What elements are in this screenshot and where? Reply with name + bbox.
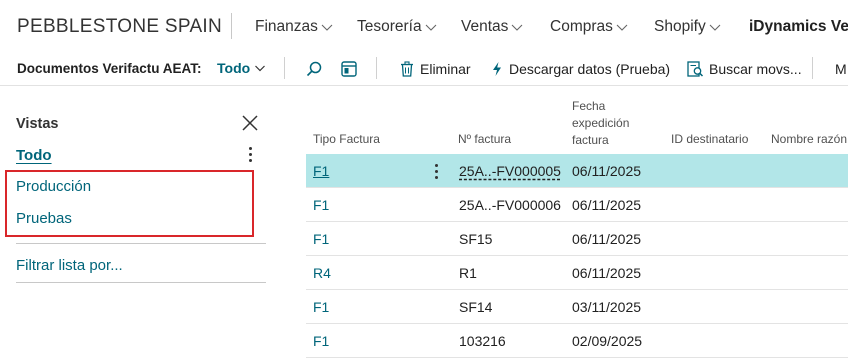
trash-icon [401, 61, 413, 77]
download-data-test-button[interactable]: Descargar datos (Prueba) [490, 58, 670, 80]
download-data-test-label: Descargar datos (Prueba) [509, 61, 671, 77]
cell-numero-factura[interactable]: 25A..-FV000005 [459, 163, 561, 179]
view-item-pruebas[interactable]: Pruebas [16, 210, 72, 227]
cell-fecha: 06/11/2025 [572, 231, 642, 247]
cell-numero-factura: SF15 [459, 231, 493, 247]
documents-grid: Tipo Factura Nº factura Fecha expedición… [306, 86, 848, 358]
nav-menu-label: Finanzas [255, 18, 318, 35]
nav-menu-tesoreria[interactable]: Tesorería [357, 18, 438, 36]
column-header-id-destinatario[interactable]: ID destinatario [671, 131, 748, 148]
nav-menu-label: Shopify [654, 18, 706, 35]
cell-tipo-factura[interactable]: F1 [313, 333, 329, 349]
column-header-line: Fecha [572, 99, 606, 113]
chevron-down-icon [255, 65, 266, 72]
toolbar-separator [376, 57, 377, 79]
view-options-icon[interactable] [242, 144, 258, 164]
cell-fecha: 06/11/2025 [572, 163, 642, 179]
chevron-down-icon [616, 24, 628, 31]
chevron-down-icon [321, 24, 333, 31]
cell-fecha: 06/11/2025 [572, 265, 642, 281]
column-header-line: expedición [572, 116, 630, 130]
close-views-button[interactable] [238, 111, 262, 135]
views-pane-title: Vistas [16, 116, 59, 132]
cell-fecha: 06/11/2025 [572, 197, 642, 213]
search-button[interactable] [303, 58, 325, 80]
cell-tipo-factura[interactable]: F1 [313, 197, 329, 213]
chevron-down-icon [512, 24, 523, 31]
table-row[interactable]: F1 103216 02/09/2025 [306, 324, 848, 358]
cell-fecha: 02/09/2025 [572, 333, 643, 349]
column-header-fecha-expedicion[interactable]: Fecha expedición factura [572, 98, 629, 149]
delete-button-label: Eliminar [420, 61, 471, 77]
nav-menu-ventas[interactable]: Ventas [461, 18, 524, 36]
view-item-produccion[interactable]: Producción [16, 178, 91, 195]
table-row[interactable]: R4 R1 06/11/2025 [306, 256, 848, 290]
nav-menu-compras[interactable]: Compras [550, 18, 629, 36]
find-entries-label: Buscar movs... [709, 61, 802, 77]
table-row[interactable]: F1 25A..-FV000006 06/11/2025 [306, 188, 848, 222]
filter-pane-button[interactable] [338, 58, 360, 80]
column-header-nombre-razon[interactable]: Nombre razón [771, 131, 847, 148]
table-row[interactable]: F1 SF15 06/11/2025 [306, 222, 848, 256]
company-name[interactable]: PEBBLESTONE SPAIN [17, 16, 222, 38]
close-icon [242, 115, 258, 131]
more-actions-label: M [835, 61, 847, 77]
chevron-down-icon [425, 24, 437, 31]
chevron-down-icon [709, 24, 721, 31]
cell-numero-factura: SF14 [459, 299, 493, 315]
find-entries-button[interactable]: Buscar movs... [687, 58, 802, 80]
nav-menu-finanzas[interactable]: Finanzas [255, 18, 334, 36]
nav-menu-label: Ventas [461, 18, 509, 35]
cell-numero-factura: 103216 [459, 333, 506, 349]
cell-fecha: 03/11/2025 [572, 299, 642, 315]
filter-pane-icon [341, 61, 357, 77]
nav-menu-shopify[interactable]: Shopify [654, 18, 722, 36]
find-entries-icon [687, 60, 704, 77]
filter-list-link[interactable]: Filtrar lista por... [16, 257, 123, 274]
lightning-icon [493, 62, 501, 76]
nav-separator [231, 13, 232, 39]
page-title: Documentos Verifactu AEAT: [17, 61, 202, 76]
column-header-tipo-factura[interactable]: Tipo Factura [313, 131, 380, 148]
table-row[interactable]: F1 25A..-FV000005 06/11/2025 [306, 154, 848, 188]
views-divider [16, 282, 266, 283]
nav-menu-idynamics[interactable]: iDynamics Veri [749, 18, 848, 36]
nav-menu-label: iDynamics Veri [749, 18, 848, 35]
action-bar: Documentos Verifactu AEAT: Todo Eliminar [0, 52, 848, 86]
cell-numero-factura: R1 [459, 265, 477, 281]
top-navigation-bar: PEBBLESTONE SPAIN Finanzas Tesorería Ven… [0, 0, 848, 52]
toolbar-separator [812, 57, 813, 79]
column-header-line: factura [572, 133, 609, 147]
search-icon [306, 61, 322, 77]
cell-tipo-factura[interactable]: R4 [313, 265, 331, 281]
column-header-numero-factura[interactable]: Nº factura [458, 131, 511, 148]
row-actions-icon[interactable] [433, 163, 439, 179]
cell-tipo-factura[interactable]: F1 [313, 231, 329, 247]
nav-menu-label: Tesorería [357, 18, 422, 35]
views-divider [16, 243, 266, 244]
nav-menu-label: Compras [550, 18, 613, 35]
cell-tipo-factura[interactable]: F1 [313, 163, 329, 179]
toolbar-separator [284, 57, 285, 79]
cell-numero-factura: 25A..-FV000006 [459, 197, 561, 213]
table-row[interactable]: F1 SF14 03/11/2025 [306, 290, 848, 324]
delete-button[interactable]: Eliminar [399, 58, 471, 80]
cell-tipo-factura[interactable]: F1 [313, 299, 329, 315]
view-selector-label: Todo [217, 60, 251, 76]
view-selector[interactable]: Todo [217, 60, 266, 76]
more-actions-button[interactable]: M [835, 58, 847, 80]
view-item-todo[interactable]: Todo [16, 147, 52, 164]
views-pane: Vistas Todo Producción Pruebas Filtrar l… [0, 86, 280, 358]
